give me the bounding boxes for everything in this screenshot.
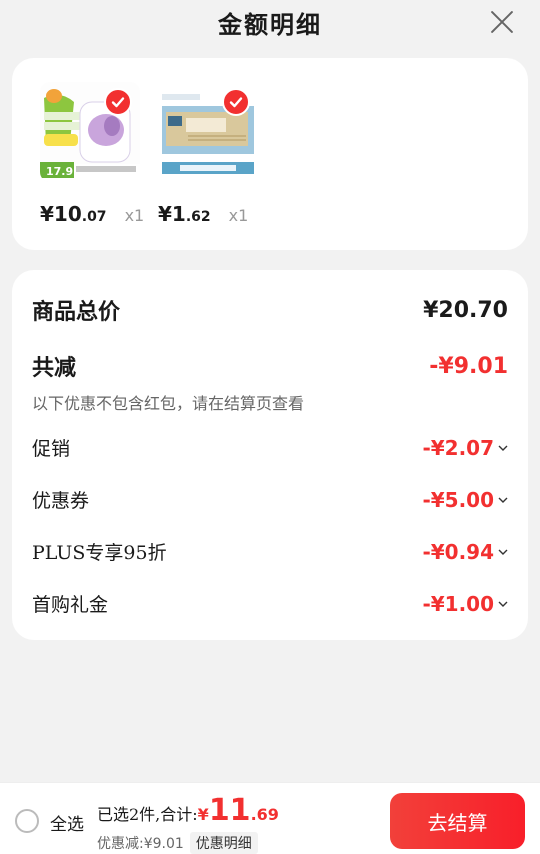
product-qty: x1 bbox=[124, 206, 145, 225]
product-item[interactable]: ¥1.62 x1 bbox=[158, 82, 268, 226]
discount-line: 优惠减:¥9.01 优惠明细 bbox=[97, 832, 258, 854]
discount-label: PLUS专享95折 bbox=[32, 542, 167, 564]
discount-item-promotion[interactable]: 促销 -¥2.07 bbox=[32, 434, 508, 461]
selected-count-text: 已选2件,合计: bbox=[97, 805, 198, 824]
chevron-down-icon[interactable] bbox=[498, 601, 508, 607]
select-all-radio[interactable] bbox=[15, 809, 39, 833]
product-image bbox=[158, 82, 258, 182]
discount-label: 首购礼金 bbox=[32, 594, 109, 616]
close-icon[interactable] bbox=[488, 8, 516, 36]
product-image: 17.9 bbox=[40, 82, 140, 182]
total-price-row: 商品总价 ¥20.70 bbox=[32, 294, 508, 326]
discount-detail-button[interactable]: 优惠明细 bbox=[189, 832, 258, 854]
svg-text:17.9: 17.9 bbox=[46, 165, 73, 178]
total-reduce-row: 共减 -¥9.01 bbox=[32, 350, 508, 382]
product-item[interactable]: 17.9 ¥10.07 x1 bbox=[40, 82, 150, 226]
page-title: 金额明细 bbox=[218, 9, 322, 39]
product-card: 17.9 ¥10.07 x1 ¥1.62 x1 bbox=[12, 58, 528, 250]
checkbox-checked[interactable] bbox=[222, 88, 250, 116]
discount-item-plus[interactable]: PLUS专享95折 -¥0.94 bbox=[32, 538, 508, 565]
discount-amount-text: 优惠减:¥9.01 bbox=[97, 836, 184, 852]
discount-value: -¥1.00 bbox=[422, 592, 508, 616]
check-icon bbox=[111, 97, 125, 108]
discount-value: -¥2.07 bbox=[422, 436, 508, 460]
discount-value: -¥5.00 bbox=[422, 488, 508, 512]
discount-label: 促销 bbox=[32, 438, 71, 460]
price-row: ¥1.62 x1 bbox=[158, 202, 248, 226]
total-amount: ¥11.69 bbox=[197, 793, 279, 828]
chevron-down-icon[interactable] bbox=[498, 549, 508, 555]
discount-note: 以下优惠不包含红包，请在结算页查看 bbox=[32, 394, 305, 413]
product-price: ¥1.62 bbox=[158, 202, 211, 226]
price-row: ¥10.07 x1 bbox=[40, 202, 144, 226]
chevron-down-icon[interactable] bbox=[498, 445, 508, 451]
total-price-value: ¥20.70 bbox=[423, 297, 508, 323]
check-icon bbox=[229, 97, 243, 108]
product-price: ¥10.07 bbox=[40, 202, 107, 226]
total-line: 已选2件,合计: ¥11.69 bbox=[97, 793, 279, 828]
total-reduce-value: -¥9.01 bbox=[429, 353, 508, 379]
discount-item-coupon[interactable]: 优惠券 -¥5.00 bbox=[32, 486, 508, 513]
discount-label: 优惠券 bbox=[32, 490, 90, 512]
total-reduce-label: 共减 bbox=[32, 355, 77, 381]
product-qty: x1 bbox=[228, 206, 249, 225]
discount-value: -¥0.94 bbox=[422, 540, 508, 564]
price-summary-card: 商品总价 ¥20.70 共减 -¥9.01 以下优惠不包含红包，请在结算页查看 … bbox=[12, 270, 528, 640]
checkout-button[interactable]: 去结算 bbox=[390, 793, 525, 849]
chevron-down-icon[interactable] bbox=[498, 497, 508, 503]
select-all-label[interactable]: 全选 bbox=[50, 810, 84, 835]
discount-item-first-purchase[interactable]: 首购礼金 -¥1.00 bbox=[32, 590, 508, 617]
checkout-bar: 全选 已选2件,合计: ¥11.69 优惠减:¥9.01 优惠明细 去结算 bbox=[0, 782, 540, 854]
checkbox-checked[interactable] bbox=[104, 88, 132, 116]
total-price-label: 商品总价 bbox=[32, 299, 121, 325]
header: 金额明细 bbox=[0, 0, 540, 44]
